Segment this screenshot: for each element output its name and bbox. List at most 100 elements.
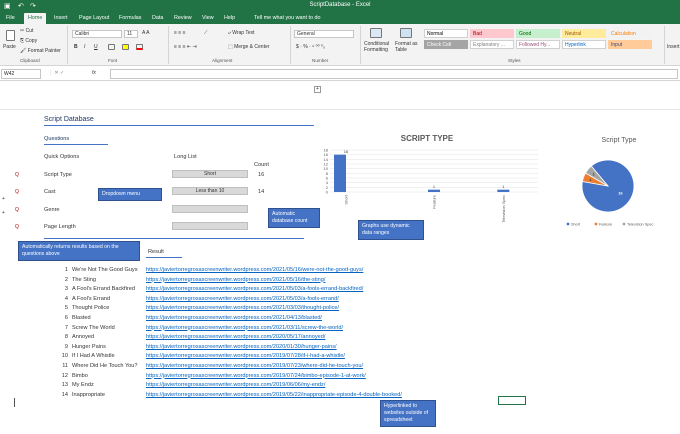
formula-input[interactable]: [110, 69, 678, 79]
bar: [428, 189, 440, 192]
tab-data[interactable]: Data: [148, 13, 167, 24]
result-hyperlink[interactable]: https://javiertorregrosascreenwriter.wor…: [146, 296, 339, 302]
result-number: 11: [62, 363, 68, 369]
result-hyperlink[interactable]: https://javiertorregrosascreenwriter.wor…: [146, 392, 402, 398]
result-hyperlink[interactable]: https://javiertorregrosascreenwriter.wor…: [146, 353, 345, 359]
wrap-text-label: Wrap Text: [232, 30, 255, 36]
align-top-icon[interactable]: ≡ ≡ ≡: [174, 30, 186, 36]
result-title: My Endz: [72, 382, 94, 389]
name-box[interactable]: W42: [1, 69, 41, 79]
font-size-select[interactable]: 11: [124, 30, 138, 38]
bar: [497, 189, 510, 192]
sheet-title: Script Database: [44, 116, 94, 123]
cast-dropdown[interactable]: Less than 10: [172, 187, 248, 195]
number-format-icons[interactable]: $ · % · ⁹ ⁰⁰ ⁰₀: [296, 44, 325, 50]
selected-cell[interactable]: [498, 396, 526, 405]
cell-style-hyperlink[interactable]: Hyperlink: [562, 40, 606, 49]
cell-style-bad[interactable]: Bad: [470, 29, 514, 38]
format-as-table-button[interactable]: Format as Table: [395, 41, 421, 53]
group-expand-icon[interactable]: +: [314, 86, 321, 93]
count-label: Count: [254, 162, 269, 168]
row-group-expand-icon[interactable]: +: [2, 196, 5, 202]
tab-formulas[interactable]: Formulas: [115, 13, 145, 24]
result-title: The Sting: [72, 276, 96, 283]
font-color-icon[interactable]: [136, 44, 143, 50]
cut-button[interactable]: ✂ Cut: [20, 28, 33, 34]
y-tick-label: 10: [324, 166, 329, 171]
y-tick-label: 0: [326, 190, 329, 195]
script-type-pie-chart[interactable]: Script Type1611Short Feature Television Sp…: [560, 132, 678, 236]
result-number: 10: [61, 353, 68, 360]
result-hyperlink[interactable]: https://javiertorregrosascreenwriter.wor…: [146, 267, 363, 273]
insert-cells-button[interactable]: Insert: [667, 44, 680, 50]
y-tick-label: 6: [326, 176, 329, 181]
function-icon[interactable]: fx: [92, 70, 96, 76]
fill-color-icon[interactable]: [122, 44, 129, 50]
result-hyperlink[interactable]: https://javiertorregrosascreenwriter.wor…: [146, 315, 322, 321]
genre-dropdown[interactable]: [172, 205, 248, 213]
tab-view[interactable]: View: [198, 13, 218, 24]
paste-icon[interactable]: [6, 30, 15, 41]
format-painter-button[interactable]: 🖌 Format Painter: [20, 48, 61, 54]
cell-style-calculation[interactable]: Calculation: [608, 29, 652, 38]
y-tick-label: 2: [326, 185, 329, 190]
tab-insert[interactable]: Insert: [50, 13, 71, 24]
script-type-bar-chart[interactable]: SCRIPT TYPE024681012141618 16Short1Featur…: [310, 132, 544, 236]
number-format-select[interactable]: General: [294, 30, 354, 38]
tab-home[interactable]: Home: [24, 13, 47, 24]
cell-style-neutral[interactable]: Neutral: [562, 29, 606, 38]
formula-bar-icons[interactable]: ⋮ ✕ ✓: [48, 70, 64, 76]
italic-button[interactable]: I: [84, 44, 85, 50]
tab-file[interactable]: File: [2, 13, 19, 24]
cell-style-normal[interactable]: Normal: [424, 29, 468, 38]
tell-me-search[interactable]: Tell me what you want to do: [250, 13, 325, 24]
copy-button[interactable]: ⎘ Copy: [20, 38, 37, 44]
font-grow-shrink-icon[interactable]: A A: [142, 30, 150, 36]
borders-icon[interactable]: [108, 44, 115, 50]
wrap-text-button[interactable]: ⤶ Wrap Text: [228, 30, 255, 36]
result-hyperlink[interactable]: https://javiertorregrosascreenwriter.wor…: [146, 363, 363, 369]
conditional-formatting-icon[interactable]: [370, 28, 382, 38]
font-name-select[interactable]: Calibri: [72, 30, 122, 38]
script-type-dropdown[interactable]: Short: [172, 170, 248, 178]
tab-page-layout[interactable]: Page Layout: [75, 13, 113, 24]
result-title: A Fool's Errand Backfired: [72, 286, 135, 293]
data-label: 1: [433, 184, 436, 189]
cell-style-explanatory[interactable]: Explanatory ...: [470, 40, 514, 49]
result-hyperlink[interactable]: https://javiertorregrosascreenwriter.wor…: [146, 277, 325, 283]
merge-center-button[interactable]: ⬚ Merge & Center: [228, 44, 269, 50]
x-tick-label: Feature: [432, 194, 437, 209]
result-hyperlink[interactable]: https://javiertorregrosascreenwriter.wor…: [146, 286, 363, 292]
paste-button[interactable]: Paste: [3, 44, 16, 50]
separator: [168, 26, 169, 64]
cell-style-good[interactable]: Good: [516, 29, 560, 38]
row-group-expand-icon[interactable]: +: [2, 210, 5, 216]
question-label: Page Length: [44, 224, 76, 230]
data-label: 16: [618, 191, 623, 196]
legend-label: Short: [571, 222, 581, 226]
result-title: Bimbo: [72, 372, 88, 379]
underline-button[interactable]: U: [94, 44, 98, 50]
result-hyperlink[interactable]: https://javiertorregrosascreenwriter.wor…: [146, 305, 339, 311]
orientation-icon[interactable]: ⟋: [204, 30, 208, 36]
questions-header: Questions: [44, 136, 70, 142]
page-length-dropdown[interactable]: [172, 222, 248, 230]
result-hyperlink[interactable]: https://javiertorregrosascreenwriter.wor…: [146, 325, 343, 331]
long-list-label: Long List: [174, 154, 197, 160]
result-hyperlink[interactable]: https://javiertorregrosascreenwriter.wor…: [146, 344, 337, 350]
result-hyperlink[interactable]: https://javiertorregrosascreenwriter.wor…: [146, 373, 366, 379]
y-tick-label: 4: [326, 180, 329, 185]
format-as-table-icon[interactable]: [400, 28, 412, 38]
cell-style-check-cell[interactable]: Check Cell: [424, 40, 468, 49]
result-hyperlink[interactable]: https://javiertorregrosascreenwriter.wor…: [146, 382, 325, 388]
cell-style-followed-hy[interactable]: Followed Hy...: [516, 40, 560, 49]
result-hyperlink[interactable]: https://javiertorregrosascreenwriter.wor…: [146, 334, 325, 340]
tab-review[interactable]: Review: [170, 13, 196, 24]
align-left-icon[interactable]: ≡ ≡ ≡ ⇤ ⇥: [174, 44, 197, 50]
conditional-formatting-button[interactable]: Conditional Formatting: [364, 41, 394, 53]
cell-style-input[interactable]: Input: [608, 40, 652, 49]
tab-help[interactable]: Help: [220, 13, 239, 24]
bold-button[interactable]: B: [74, 44, 78, 50]
callout-hyperlinked: Hyperlinked to websites outside of sprea…: [380, 400, 436, 427]
ribbon-tabs: File Home Insert Page Layout Formulas Da…: [0, 12, 680, 24]
